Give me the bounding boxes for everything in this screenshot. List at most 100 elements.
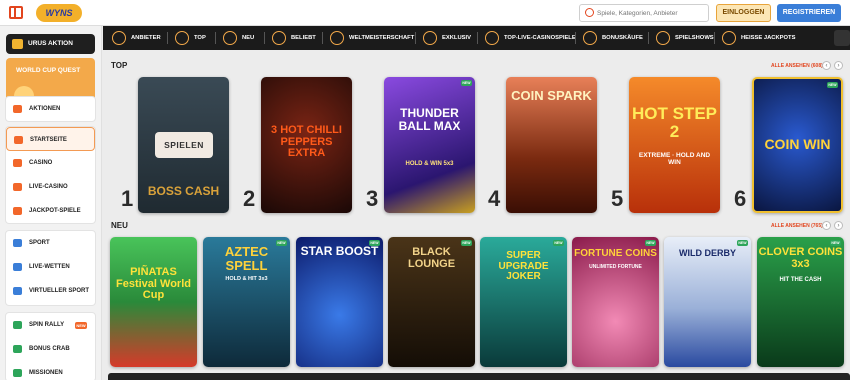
game-title: PIÑATAS Festival World Cup	[116, 266, 191, 302]
fire-icon	[272, 31, 286, 45]
chevron-right-icon[interactable]: ›	[834, 61, 843, 70]
rank-number: 5	[611, 186, 624, 211]
sidebar-item-startseite[interactable]: STARTSEITE	[6, 127, 95, 151]
sidebar-item-missionen[interactable]: MISSIONEN	[6, 361, 95, 380]
game-tile-thunder-ball-max[interactable]: NEW THUNDER BALL MAX HOLD & WIN 5x3	[384, 77, 475, 213]
game-title: SUPER UPGRADE JOKER	[498, 250, 549, 282]
sidebar-item-live-casino[interactable]: LIVE-CASINO	[6, 175, 95, 199]
bonus-icon	[583, 31, 597, 45]
new-badge: NEW	[461, 240, 472, 246]
rank-number: 4	[488, 186, 501, 211]
new-badge: NEW	[461, 80, 472, 86]
new-badge: NEW	[553, 240, 564, 246]
category-label: SPIELSHOWS	[675, 35, 714, 41]
divider	[215, 32, 216, 44]
sidebar-item-bonus-crab[interactable]: BONUS CRAB	[6, 337, 95, 361]
mission-icon	[13, 369, 22, 377]
category-bar: ANBIETER TOP NEU BELIEBT WELTMEISTERSCHA…	[103, 26, 850, 50]
game-tile-aztec-spell[interactable]: NEW AZTEC SPELL HOLD & HIT 3x3	[203, 237, 290, 367]
game-subtitle: HOLD & HIT 3x3	[225, 276, 268, 282]
game-title: CLOVER COINS 3x3	[758, 246, 843, 270]
slot-icon	[13, 159, 22, 167]
chevron-left-icon[interactable]: ‹	[822, 61, 831, 70]
rank-number: 2	[243, 186, 256, 211]
game-tile-super-upgrade-joker[interactable]: NEW SUPER UPGRADE JOKER	[480, 237, 567, 367]
chevron-right-icon[interactable]: ›	[834, 221, 843, 230]
divider	[264, 32, 265, 44]
game-tile-black-lounge[interactable]: NEW BLACK LOUNGE	[388, 237, 475, 367]
chevron-left-icon[interactable]: ‹	[822, 221, 831, 230]
section-title-neu: NEU	[111, 221, 128, 230]
promo-urus-aktion[interactable]: URUS AKTION	[6, 34, 95, 54]
section-title-top: TOP	[111, 61, 128, 70]
game-tile-boss-cash[interactable]: BOSS CASH SPIELEN	[138, 77, 229, 213]
category-label: BELIEBT	[291, 35, 316, 41]
see-all-top-link[interactable]: ALLE ANSEHEN (608)	[771, 63, 823, 69]
sidebar-item-aktionen[interactable]: AKTIONEN	[6, 97, 95, 121]
game-tile-wild-derby[interactable]: NEW WILD DERBY	[664, 237, 751, 367]
ball-icon	[13, 239, 22, 247]
game-title: FORTUNE COINS	[574, 248, 657, 259]
bottom-section-edge	[108, 373, 850, 380]
divider	[415, 32, 416, 44]
divider	[714, 32, 715, 44]
jackpot-icon	[13, 207, 22, 215]
sidebar-item-label: AKTIONEN	[29, 106, 61, 112]
game-title: BLACK LOUNGE	[407, 246, 456, 270]
game-tile-fortune-coins[interactable]: NEW FORTUNE COINS UNLIMITED FORTUNE	[572, 237, 659, 367]
sidebar-item-spin-rally[interactable]: SPIN RALLY NEW	[6, 313, 95, 337]
new-badge: NEW	[645, 240, 656, 246]
cards-icon	[13, 183, 22, 191]
game-tile-3-hot-chilli-peppers-extra[interactable]: 3 HOT CHILLI PEPPERS EXTRA	[261, 77, 352, 213]
game-title: WILD DERBY	[679, 248, 736, 258]
virtual-icon	[13, 287, 22, 295]
lightning-icon	[223, 31, 237, 45]
divider	[167, 32, 168, 44]
providers-icon	[112, 31, 126, 45]
divider	[477, 32, 478, 44]
trophy-icon	[330, 31, 344, 45]
game-tile-clover-coins[interactable]: NEW CLOVER COINS 3x3 HIT THE CASH	[757, 237, 844, 367]
sidebar-item-sport[interactable]: SPORT	[6, 231, 95, 255]
sidebar-item-jackpot-spiele[interactable]: JACKPOT-SPIELE	[6, 199, 95, 223]
game-tile-star-boost[interactable]: NEW STAR BOOST	[296, 237, 383, 367]
star-icon	[485, 31, 499, 45]
promo-label: URUS AKTION	[28, 40, 73, 47]
rank-number: 1	[121, 186, 134, 211]
game-tile-coin-win[interactable]: NEW COIN WIN	[752, 77, 843, 213]
game-title: HOT STEP 2	[631, 104, 717, 141]
sidebar-item-label: VIRTUELLER SPORT	[29, 288, 90, 294]
game-title: THUNDER BALL MAX	[398, 106, 461, 133]
game-title: AZTEC SPELL	[224, 244, 269, 273]
logo[interactable]: WYNS	[36, 4, 82, 22]
category-scroll-button[interactable]	[834, 30, 850, 46]
rank-number: 6	[734, 186, 747, 211]
search-icon	[585, 8, 594, 17]
category-label: EXKLUSIV	[442, 35, 471, 41]
search-box[interactable]	[579, 4, 709, 22]
gift-icon	[13, 105, 22, 113]
login-button[interactable]: EINLOGGEN	[716, 4, 771, 22]
see-all-neu-link[interactable]: ALLE ANSEHEN (765)	[771, 223, 823, 229]
search-input[interactable]	[597, 6, 705, 20]
game-tile-coin-spark[interactable]: COIN SPARK	[506, 77, 597, 213]
nav-group-extras: SPIN RALLY NEW BONUS CRAB MISSIONEN	[5, 312, 96, 380]
home-icon	[14, 136, 23, 144]
game-subtitle: EXTREME · HOLD AND WIN	[638, 152, 711, 166]
sidebar-item-casino[interactable]: CASINO	[6, 151, 95, 175]
register-button[interactable]: REGISTRIEREN	[777, 4, 841, 22]
game-title: STAR BOOST	[300, 244, 379, 258]
game-tile-pinatas-festival-world-cup[interactable]: PIÑATAS Festival World Cup	[110, 237, 197, 367]
sidebar-item-label: LIVE-CASINO	[29, 184, 68, 190]
play-button[interactable]: SPIELEN	[155, 132, 213, 158]
game-tile-hot-step-2[interactable]: HOT STEP 2 EXTREME · HOLD AND WIN	[629, 77, 720, 213]
sidebar-item-virtueller-sport[interactable]: VIRTUELLER SPORT	[6, 279, 95, 303]
category-label: HEISSE JACKPOTS	[741, 35, 796, 41]
diamond-icon	[423, 31, 437, 45]
crown-icon	[175, 31, 189, 45]
category-label: BONUSKÄUFE	[602, 35, 643, 41]
nav-group-casino: STARTSEITE CASINO LIVE-CASINO JACKPOT-SP…	[5, 126, 96, 224]
microphone-icon	[656, 31, 670, 45]
sidebar-toggle-icon[interactable]	[9, 6, 23, 19]
sidebar-item-live-wetten[interactable]: LIVE-WETTEN	[6, 255, 95, 279]
